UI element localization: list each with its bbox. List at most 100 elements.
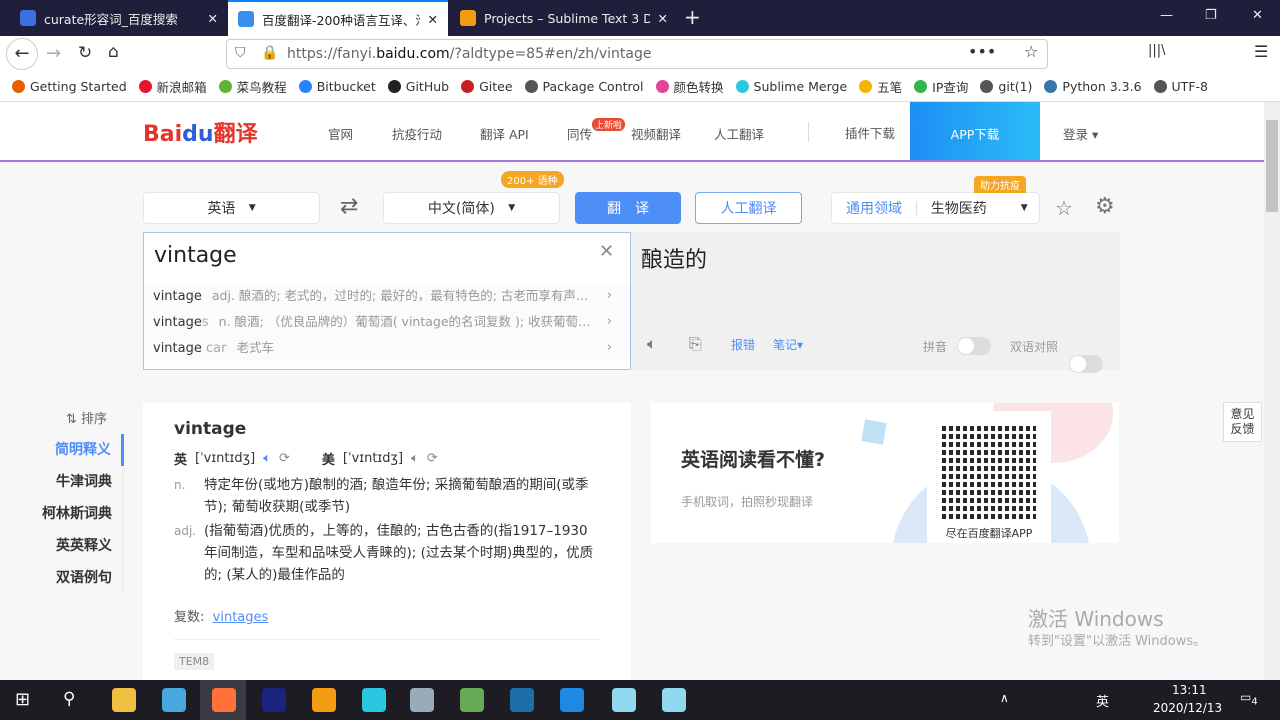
dictionary-nav-item[interactable]: 柯林斯词典 xyxy=(20,498,122,530)
close-icon[interactable]: ✕ xyxy=(208,11,218,26)
uk-label: 英 xyxy=(174,453,188,468)
close-window-button[interactable]: ✕ xyxy=(1252,8,1263,23)
uk-play-icon[interactable]: ⟳ xyxy=(279,451,290,466)
ime-indicator[interactable]: 英 xyxy=(1096,691,1109,710)
nav-video[interactable]: 视频翻译 xyxy=(631,102,681,160)
minimize-button[interactable]: — xyxy=(1160,8,1173,23)
translation-output-panel: 酿造的 🔈︎ ⎘ 报错 笔记▾ 拼音 双语对照 xyxy=(631,232,1120,373)
maximize-button[interactable]: ❐ xyxy=(1205,8,1217,23)
app-promo-card[interactable]: 英语阅读看不懂? 手机取词，拍照秒现翻译 尽在百度翻译APP xyxy=(651,403,1119,543)
bookmark-item[interactable]: 新浪邮箱 xyxy=(138,77,207,96)
plural-link[interactable]: vintages xyxy=(213,610,269,625)
search-icon[interactable]: ⚲ xyxy=(63,689,75,709)
notes-dropdown[interactable]: 笔记▾ xyxy=(773,336,803,353)
epidemic-badge: 助力抗疫 xyxy=(974,176,1026,193)
nav-official[interactable]: 官网 xyxy=(328,102,353,160)
settings-gear-icon[interactable]: ⚙ xyxy=(1095,194,1115,219)
scrollbar[interactable] xyxy=(1264,102,1280,680)
app-icon[interactable] xyxy=(162,688,186,712)
nav-api[interactable]: 翻译 API xyxy=(480,102,529,160)
bookmark-item[interactable]: Gitee xyxy=(461,79,513,94)
file-explorer-icon[interactable] xyxy=(112,688,136,712)
app-icon[interactable] xyxy=(262,688,286,712)
url-bar[interactable]: ⛉ 🔒 https://fanyi. baidu.com/?aldtype=85#… xyxy=(226,39,1048,69)
tab-baidu-translate[interactable]: 百度翻译-200种语言互译、沟通✕ xyxy=(228,0,448,36)
us-speaker-icon[interactable]: 🔈︎ xyxy=(411,451,419,466)
forward-button[interactable]: → xyxy=(46,43,61,64)
report-error-link[interactable]: 报错 xyxy=(731,336,755,353)
bookmark-item[interactable]: 颜色转换 xyxy=(655,77,724,96)
virtualbox-icon[interactable] xyxy=(410,688,434,712)
back-button[interactable]: ← xyxy=(6,38,38,70)
app-icon[interactable] xyxy=(662,688,686,712)
qr-code-panel: 尽在百度翻译APP xyxy=(927,411,1051,543)
close-icon[interactable]: ✕ xyxy=(428,12,438,27)
home-button[interactable]: ⌂ xyxy=(108,42,119,62)
human-translate-button[interactable]: 人工翻译 xyxy=(695,192,802,224)
domain-select[interactable]: 通用领域 | 生物医药 ▼ xyxy=(831,192,1040,224)
us-play-icon[interactable]: ⟳ xyxy=(427,451,438,466)
new-tab-button[interactable]: + xyxy=(684,5,701,29)
library-icon[interactable]: |||\ xyxy=(1148,43,1166,58)
dictionary-nav-item[interactable]: 双语例句 xyxy=(20,562,122,594)
dictionary-nav-item[interactable]: 牛津词典 xyxy=(20,466,122,498)
close-icon[interactable]: ✕ xyxy=(658,11,668,26)
bookmark-item[interactable]: Bitbucket xyxy=(298,79,376,94)
bilingual-toggle[interactable] xyxy=(1069,355,1103,373)
clock-time[interactable]: 13:11 xyxy=(1172,683,1207,697)
suggestion-item[interactable]: vintage car 老式车 › xyxy=(144,335,630,361)
git-icon[interactable] xyxy=(460,688,484,712)
nav-plugin[interactable]: 插件下载 xyxy=(845,102,895,160)
bookmark-item[interactable]: Python 3.3.6 xyxy=(1044,79,1142,94)
tab-baidu-search[interactable]: curate形容词_百度搜索 ✕ xyxy=(10,0,228,36)
steam-icon[interactable] xyxy=(510,688,534,712)
windows-start-icon[interactable]: ⊞ xyxy=(15,689,30,710)
uk-speaker-icon[interactable]: 🔈︎ xyxy=(263,451,271,466)
speaker-icon[interactable]: 🔈︎ xyxy=(647,334,657,354)
nav-epidemic[interactable]: 抗疫行动 xyxy=(392,102,442,160)
definition-row: n. 特定年份(或地方)酿制的酒; 酿造年份; 采摘葡萄酿酒的期间(或季节); 葡… xyxy=(174,474,600,518)
menu-icon[interactable]: ☰ xyxy=(1254,42,1268,61)
kugou-icon[interactable] xyxy=(560,688,584,712)
target-language-select[interactable]: 中文(简体) ▼ xyxy=(383,192,560,224)
sublime-text-icon[interactable] xyxy=(312,688,336,712)
bookmark-item[interactable]: Package Control xyxy=(524,79,644,94)
translate-icon xyxy=(238,11,254,27)
favorites-folder-icon[interactable]: ☆ xyxy=(1055,196,1073,220)
bookmark-item[interactable]: UTF-8 xyxy=(1153,79,1208,94)
clear-input-icon[interactable]: ✕ xyxy=(599,241,614,262)
source-text-input[interactable]: vintage xyxy=(154,243,237,268)
nav-app-download[interactable]: APP下载 xyxy=(910,102,1040,160)
sort-button[interactable]: ⇅ 排序 xyxy=(66,408,107,427)
bookmark-item[interactable]: GitHub xyxy=(387,79,449,94)
login-menu[interactable]: 登录 ▾ xyxy=(1063,102,1098,160)
dictionary-nav-item[interactable]: 简明释义 xyxy=(20,434,124,466)
app-icon[interactable] xyxy=(612,688,636,712)
bookmark-item[interactable]: 五笔 xyxy=(859,77,902,96)
notifications-icon[interactable]: ▭4 xyxy=(1240,690,1258,707)
source-language-select[interactable]: 英语 ▼ xyxy=(143,192,320,224)
us-phonetic: [ˈvɪntɪdʒ] xyxy=(342,451,404,466)
nav-human[interactable]: 人工翻译 xyxy=(714,102,764,160)
tray-chevron-icon[interactable]: ∧ xyxy=(1000,691,1009,705)
nav-simultaneous[interactable]: 同传 xyxy=(567,102,592,160)
bookmark-item[interactable]: IP查询 xyxy=(914,77,968,96)
translate-button[interactable]: 翻 译 xyxy=(575,192,681,224)
tab-sublime[interactable]: Projects – Sublime Text 3 Do ✕ xyxy=(450,0,678,36)
bookmark-item[interactable]: git(1) xyxy=(980,79,1032,94)
sublime-merge-icon[interactable] xyxy=(362,688,386,712)
baidu-fanyi-logo[interactable]: Baidu翻译 xyxy=(143,116,258,148)
copy-icon[interactable]: ⎘ xyxy=(689,334,702,354)
suggestion-item[interactable]: vintage adj. 酿酒的; 老式的，过时的; 最好的，最有特色的; 古老而… xyxy=(144,283,630,309)
reload-button[interactable]: ↻ xyxy=(78,43,92,63)
clock-date[interactable]: 2020/12/13 xyxy=(1153,701,1222,715)
pinyin-toggle[interactable] xyxy=(957,337,991,355)
bookmark-item[interactable]: Sublime Merge xyxy=(735,79,847,94)
feedback-button[interactable]: 意见反馈 xyxy=(1223,402,1262,442)
firefox-icon[interactable] xyxy=(212,688,236,712)
bookmark-item[interactable]: 菜鸟教程 xyxy=(218,77,287,96)
swap-languages-icon[interactable]: ⇄ xyxy=(340,194,358,219)
suggestion-item[interactable]: vintages n. 酿酒; （优良品牌的）葡萄酒( vintage的名词复数 … xyxy=(144,309,630,335)
dictionary-nav-item[interactable]: 英英释义 xyxy=(20,530,122,562)
bookmark-item[interactable]: Getting Started xyxy=(12,79,127,94)
